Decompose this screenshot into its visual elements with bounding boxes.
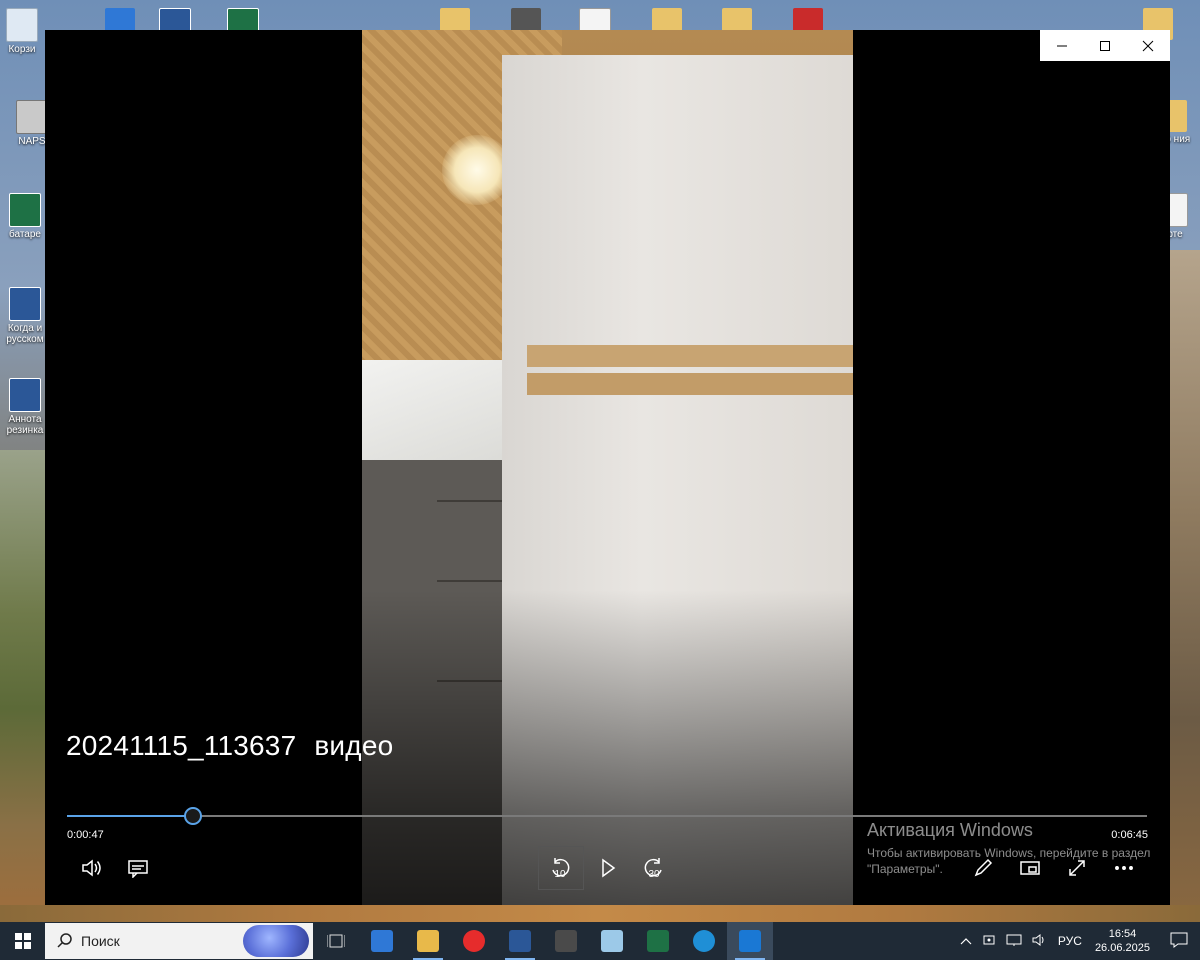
minimize-button[interactable]: [1040, 30, 1083, 61]
skip-forward-button[interactable]: 30: [636, 850, 672, 886]
subtitles-button[interactable]: [120, 850, 156, 886]
notifications-button[interactable]: [1158, 932, 1200, 951]
movies-tv-icon: [739, 930, 761, 952]
edge-icon: [693, 930, 715, 952]
edge-browser-button[interactable]: [681, 922, 727, 960]
taskbar-search-box[interactable]: Поиск: [45, 923, 313, 959]
excel-app-button[interactable]: [635, 922, 681, 960]
notification-icon: [1170, 932, 1188, 948]
clock-time: 16:54: [1108, 928, 1137, 940]
video-player-window: 20241115_113637видео 0:00:47 0:06:45 10: [45, 30, 1170, 905]
minimize-icon: [1056, 45, 1067, 46]
mini-view-button[interactable]: [1012, 850, 1048, 886]
clock[interactable]: 16:54 26.06.2025: [1087, 927, 1158, 955]
system-tray: РУС 16:54 26.06.2025: [955, 922, 1200, 960]
mini-view-icon: [1020, 861, 1040, 875]
video-fridge-door: [502, 55, 853, 375]
video-fridge-handle: [527, 345, 853, 367]
video-title: 20241115_113637 видео: [66, 730, 411, 762]
wallpaper-bottom: [0, 905, 1200, 922]
taskbar: Поиск РУС 16:54 26.06.2025: [0, 922, 1200, 960]
recycle-bin-icon: [6, 8, 38, 42]
edit-button[interactable]: [965, 850, 1001, 886]
fullscreen-icon: [1069, 860, 1085, 876]
search-icon: [57, 933, 72, 948]
window-title-bar: [1040, 30, 1170, 61]
fullscreen-button[interactable]: [1059, 850, 1095, 886]
play-button[interactable]: [590, 850, 626, 886]
more-icon: [1115, 866, 1133, 870]
show-hidden-icons-button[interactable]: [955, 934, 977, 948]
device-icon-button[interactable]: [977, 933, 1001, 950]
excel-icon: [9, 193, 41, 227]
clock-date: 26.06.2025: [1094, 942, 1150, 954]
video-file-name: 20241115_113637: [66, 730, 297, 761]
skip-forward-seconds: 30: [648, 869, 660, 880]
calculator-button[interactable]: [543, 922, 589, 960]
search-label: Поиск: [81, 933, 120, 949]
wallpaper-right: [1170, 250, 1200, 920]
chevron-up-icon: [960, 938, 972, 945]
play-icon: [602, 858, 616, 878]
seek-bar-progress: [67, 815, 193, 817]
network-icon: [1006, 934, 1022, 946]
close-icon: [1142, 40, 1153, 51]
folder-icon: [417, 930, 439, 952]
yandex-icon: [463, 930, 485, 952]
yandex-browser-button[interactable]: [451, 922, 497, 960]
device-icon: [983, 935, 995, 944]
volume-button[interactable]: [73, 850, 109, 886]
maximize-icon: [1099, 40, 1110, 51]
file-explorer-button[interactable]: [405, 922, 451, 960]
skip-back-seconds: 10: [554, 869, 566, 880]
task-view-button[interactable]: [313, 922, 359, 960]
scanner-icon: [16, 100, 48, 134]
calculator-icon: [555, 930, 577, 952]
more-options-button[interactable]: [1106, 850, 1142, 886]
wallpaper-left: [0, 450, 45, 920]
network-button[interactable]: [1001, 933, 1027, 950]
store-app-button[interactable]: [359, 922, 405, 960]
taskbar-apps: [313, 922, 773, 960]
movies-tv-app-button[interactable]: [727, 922, 773, 960]
paint-icon: [601, 930, 623, 952]
pencil-icon: [974, 858, 993, 877]
seek-bar[interactable]: [67, 807, 1147, 825]
seek-bar-thumb[interactable]: [184, 807, 203, 825]
paint-app-button[interactable]: [589, 922, 635, 960]
word-icon: [509, 930, 531, 952]
skip-back-button[interactable]: 10: [542, 850, 578, 886]
start-button[interactable]: [0, 922, 45, 960]
volume-tray-button[interactable]: [1027, 933, 1053, 950]
video-type-label: видео: [314, 730, 394, 761]
language-indicator[interactable]: РУС: [1053, 934, 1087, 948]
word-icon: [9, 378, 41, 412]
speaker-icon: [1032, 933, 1044, 946]
activation-title: Активация Windows: [867, 820, 1033, 840]
word-app-button[interactable]: [497, 922, 543, 960]
windows-logo-icon: [14, 933, 31, 949]
volume-icon: [82, 859, 101, 877]
maximize-button[interactable]: [1083, 30, 1126, 61]
word-icon: [9, 287, 41, 321]
store-icon: [371, 930, 393, 952]
excel-icon: [647, 930, 669, 952]
video-frame[interactable]: [362, 30, 853, 905]
subtitles-icon: [128, 860, 148, 878]
close-button[interactable]: [1126, 30, 1169, 61]
current-time: 0:00:47: [67, 829, 104, 841]
task-view-icon: [327, 934, 345, 948]
search-highlight-image: [243, 925, 309, 957]
video-fridge-handle: [527, 373, 853, 395]
